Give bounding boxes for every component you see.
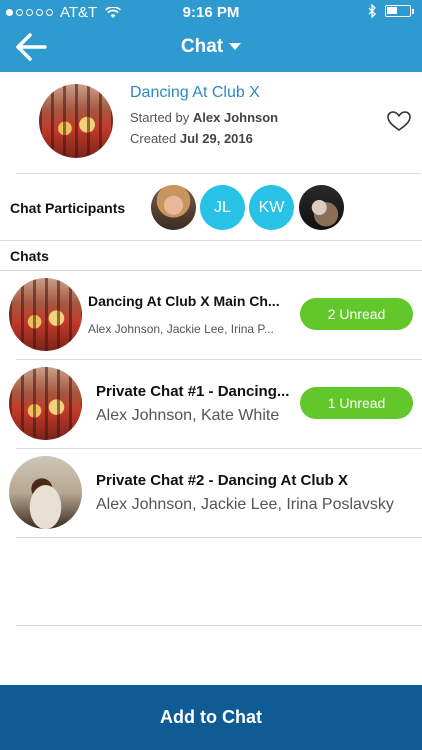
chat-participants: Alex Johnson, Jackie Lee, Irina P...	[88, 322, 274, 336]
divider	[16, 173, 421, 174]
status-bar: AT&T 9:16 PM	[0, 0, 422, 24]
created-date: Jul 29, 2016	[179, 131, 253, 146]
participant-avatar[interactable]	[151, 185, 196, 230]
started-by-prefix: Started by	[130, 110, 190, 125]
chat-photo	[9, 456, 82, 529]
started-by-name: Alex Johnson	[192, 110, 279, 125]
participant-avatar-initials[interactable]: KW	[249, 185, 294, 230]
heart-icon[interactable]	[386, 109, 412, 133]
participants-label: Chat Participants	[10, 200, 126, 216]
participant-avatar[interactable]	[299, 185, 344, 230]
created-prefix: Created	[130, 131, 177, 146]
divider	[0, 270, 422, 271]
status-right	[368, 4, 414, 18]
battery-tip	[412, 8, 414, 14]
chat-participants: Alex Johnson, Jackie Lee, Irina Poslavsk…	[96, 496, 394, 513]
nav-title-dropdown[interactable]: Chat	[0, 36, 422, 58]
add-to-chat-button[interactable]: Add to Chat	[0, 685, 422, 750]
chat-photo	[9, 278, 82, 351]
event-photo	[39, 84, 113, 158]
nav-title: Chat	[180, 36, 224, 57]
bluetooth-icon	[368, 4, 376, 18]
chat-participants: Alex Johnson, Kate White	[96, 407, 280, 424]
chat-title: Private Chat #2 - Dancing At Club X	[96, 472, 348, 489]
chats-label: Chats	[10, 248, 49, 264]
divider	[16, 537, 422, 538]
nav-bar: Chat	[0, 24, 422, 72]
unread-badge[interactable]: 2 Unread	[300, 298, 413, 330]
dropdown-caret-icon	[229, 43, 242, 51]
divider	[16, 359, 422, 360]
divider	[16, 448, 422, 449]
divider	[0, 240, 422, 241]
divider	[16, 625, 422, 626]
chat-title: Private Chat #1 - Dancing...	[96, 383, 290, 400]
status-time: 9:16 PM	[182, 4, 240, 21]
unread-badge[interactable]: 1 Unread	[300, 387, 413, 419]
participant-avatar-initials[interactable]: JL	[200, 185, 245, 230]
created-line: Created Jul 29, 2016	[130, 131, 253, 146]
battery-icon	[385, 5, 411, 17]
chat-title: Dancing At Club X Main Ch...	[88, 293, 280, 309]
chat-photo	[9, 367, 82, 440]
started-by-line: Started by Alex Johnson	[130, 110, 278, 125]
event-title[interactable]: Dancing At Club X	[130, 84, 260, 102]
